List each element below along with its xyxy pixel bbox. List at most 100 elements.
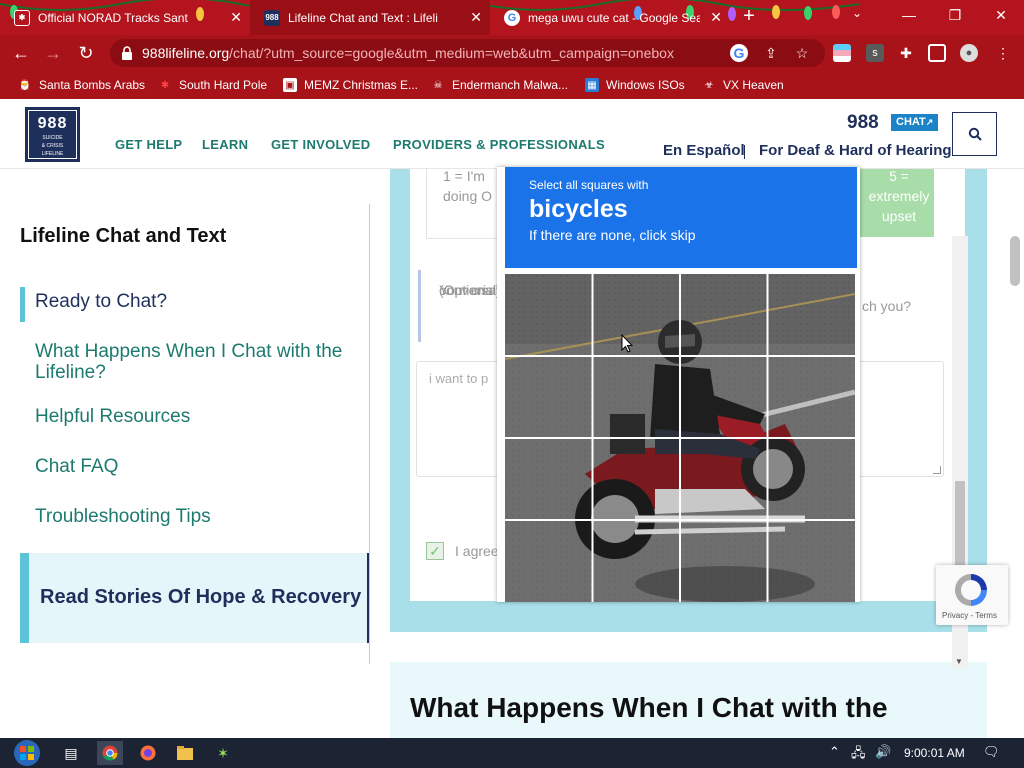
captcha-tile[interactable] [593, 439, 679, 520]
captcha-tile[interactable] [769, 439, 855, 520]
nav-providers[interactable]: PROVIDERS & PROFESSIONALS [393, 137, 605, 152]
bookmark-vx-heaven[interactable]: ☣ VX Heaven [702, 71, 784, 99]
captcha-tile[interactable] [505, 521, 591, 602]
hotline-number[interactable]: 988 [847, 112, 879, 134]
kebab-menu-icon[interactable]: ⋮ [994, 44, 1012, 62]
bookmark-santa-bombs[interactable]: 🎅 Santa Bombs Arabs [18, 71, 145, 99]
captcha-tile[interactable] [681, 521, 767, 602]
share-icon[interactable]: ⇪ [762, 44, 780, 62]
bookmark-south-hard-pole[interactable]: ✱ South Hard Pole [158, 71, 267, 99]
sidenav-item-helpful-resources[interactable]: Helpful Resources [35, 406, 355, 427]
forward-button[interactable]: → [40, 41, 66, 65]
sidenav-item-chat-faq[interactable]: Chat FAQ [35, 456, 355, 477]
windows-icon: ▦ [585, 78, 599, 92]
scroll-down-arrow-icon[interactable]: ▼ [955, 657, 963, 666]
rating-option-label: 5 = extremely upset [868, 169, 930, 224]
tab-search-chevron-icon[interactable]: ⌄ [852, 6, 862, 20]
google-icon: G [504, 9, 520, 26]
stories-link[interactable]: Read Stories Of Hope & Recovery [20, 553, 369, 643]
resize-grip-icon[interactable] [933, 466, 941, 474]
address-bar[interactable]: 988lifeline.org/chat/?utm_source=google&… [110, 39, 825, 67]
bookmark-windows-isos[interactable]: ▦ Windows ISOs [585, 71, 685, 99]
trans-flag-extension-icon[interactable] [833, 44, 851, 62]
bookmark-label: MEMZ Christmas E... [304, 78, 419, 92]
bookmark-star-icon[interactable]: ☆ [793, 44, 811, 62]
extensions-puzzle-icon[interactable]: ✚ [897, 44, 915, 62]
taskbar-clock[interactable]: 9:00:01 AM [904, 746, 965, 760]
recaptcha-logo-icon [955, 574, 987, 606]
santa-icon: 🎅 [18, 79, 32, 91]
bookmark-label: Santa Bombs Arabs [39, 78, 146, 92]
bookmark-endermanch[interactable]: ☠ Endermanch Malwa... [431, 71, 569, 99]
captcha-target: bicycles [529, 195, 628, 223]
close-tab-icon[interactable]: ✕ [710, 9, 722, 26]
chat-badge[interactable]: CHAT↗ [891, 114, 939, 131]
rating-option-1[interactable]: 1 = I'm doing O [426, 169, 508, 239]
bookmark-label: Windows ISOs [606, 78, 685, 92]
nav-learn[interactable]: LEARN [202, 137, 248, 152]
profile-avatar-icon[interactable]: ● [960, 44, 978, 62]
agree-checkbox[interactable]: ✓ [426, 542, 444, 560]
page-scrollbar-thumb[interactable] [1010, 236, 1020, 286]
tray-chevron-icon[interactable]: ⌃ [829, 744, 840, 760]
captcha-tile[interactable] [681, 439, 767, 520]
back-button[interactable]: ← [8, 41, 34, 65]
site-search-button[interactable] [952, 112, 997, 156]
captcha-tile[interactable] [769, 356, 855, 437]
firefox-taskbar-icon[interactable] [135, 741, 161, 765]
tab-norad[interactable]: ✱ Official NORAD Tracks Santa ✕ [0, 0, 250, 35]
chrome-taskbar-icon[interactable] [97, 741, 123, 765]
captcha-tile-grid [505, 274, 855, 602]
recaptcha-challenge: Select all squares with bicycles If ther… [497, 167, 860, 602]
sidenav-item-ready-to-chat[interactable]: Ready to Chat? [35, 291, 355, 312]
captcha-tile[interactable] [505, 274, 591, 355]
tab-title: Official NORAD Tracks Santa [38, 10, 188, 25]
captcha-tile[interactable] [505, 439, 591, 520]
close-window-button[interactable]: ✕ [978, 0, 1024, 30]
notifications-icon[interactable]: 🗨 [983, 744, 1000, 760]
side-panel-icon[interactable] [928, 44, 946, 62]
s-extension-icon[interactable]: s [866, 44, 884, 62]
tab-lifeline[interactable]: 988 Lifeline Chat and Text : Lifeline ✕ [250, 0, 490, 35]
nav-get-help[interactable]: GET HELP [115, 137, 182, 152]
new-tab-button[interactable]: + [738, 5, 760, 27]
bug-app-taskbar-icon[interactable]: ✶ [210, 741, 236, 765]
volume-icon[interactable]: 🔊 [875, 744, 891, 760]
recaptcha-badge[interactable]: Privacy - Terms [936, 565, 1008, 625]
captcha-tile[interactable] [769, 521, 855, 602]
nav-get-involved[interactable]: GET INVOLVED [271, 137, 370, 152]
captcha-tile[interactable] [769, 274, 855, 355]
start-button-icon[interactable] [9, 738, 45, 768]
captcha-tile[interactable] [593, 521, 679, 602]
close-tab-icon[interactable]: ✕ [230, 9, 242, 26]
google-lens-icon[interactable]: G [730, 44, 748, 62]
minimize-button[interactable]: — [886, 0, 932, 30]
sidenav-item-troubleshooting[interactable]: Troubleshooting Tips [35, 506, 355, 527]
spanish-link[interactable]: En Español [663, 142, 745, 159]
tab-google[interactable]: G mega uwu cute cat - Google Sea ✕ [490, 0, 730, 35]
network-icon[interactable]: 🖧 [851, 744, 866, 766]
captcha-tile[interactable] [593, 274, 679, 355]
textarea-value: i want to p [429, 371, 489, 386]
restore-button[interactable]: ❐ [932, 0, 978, 30]
rating-option-5[interactable]: 5 = extremely upset [856, 169, 934, 237]
file-explorer-taskbar-icon[interactable] [172, 741, 198, 765]
recaptcha-privacy-terms[interactable]: Privacy - Terms [942, 611, 997, 620]
scrollbar-thumb[interactable] [955, 481, 965, 573]
captcha-tile[interactable] [593, 356, 679, 437]
deaf-hard-of-hearing-link[interactable]: For Deaf & Hard of Hearing [759, 142, 952, 159]
what-happens-section: What Happens When I Chat with the [390, 662, 987, 738]
site-header: 988 SUICIDE & CRISIS LIFELINE GET HELP L… [0, 99, 1024, 169]
sidenav-item-what-happens[interactable]: What Happens When I Chat with the Lifeli… [35, 341, 355, 383]
task-view-icon[interactable]: ▤ [58, 741, 84, 765]
url-text: 988lifeline.org/chat/?utm_source=google&… [142, 45, 674, 61]
reload-button[interactable]: ↻ [73, 41, 99, 65]
bookmark-memz[interactable]: ▣ MEMZ Christmas E... [283, 71, 418, 99]
bookmark-label: Endermanch Malwa... [452, 78, 569, 92]
captcha-tile[interactable] [681, 274, 767, 355]
988-lifeline-logo[interactable]: 988 SUICIDE & CRISIS LIFELINE [25, 107, 80, 162]
captcha-tile[interactable] [505, 356, 591, 437]
close-tab-icon[interactable]: ✕ [470, 9, 482, 26]
bookmarks-bar: 🎅 Santa Bombs Arabs ✱ South Hard Pole ▣ MEM… [0, 71, 1024, 99]
captcha-tile[interactable] [681, 356, 767, 437]
